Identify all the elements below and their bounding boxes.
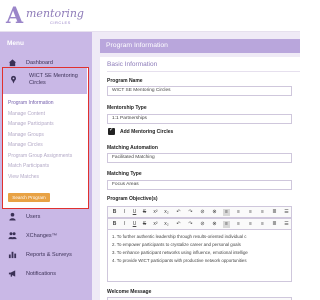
objective-line: 4. To provide WICT participants with pro… — [112, 258, 247, 263]
remove-format-button[interactable]: ⊘ — [199, 221, 206, 228]
sidebar-item-label: WICT SE Mentoring Circles — [29, 73, 78, 86]
mentoring-circles-logo[interactable]: A mentoring CIRCLES — [6, 4, 86, 28]
chart-icon — [8, 251, 17, 259]
align-center-button[interactable]: ≡ — [235, 209, 242, 216]
people-icon — [8, 232, 17, 240]
subscript-button[interactable]: x₂ — [163, 209, 170, 216]
align-right-button[interactable]: ≡ — [247, 221, 254, 228]
main-content: Program Information Basic Information Pr… — [92, 32, 300, 300]
sidebar-item-label: Reports & Surveys — [26, 252, 72, 258]
bullet-list-button[interactable]: ≣ — [271, 209, 278, 216]
undo-button[interactable]: ↶ — [175, 221, 182, 228]
program-name-label: Program Name — [107, 78, 143, 84]
page-title: Program Information — [100, 39, 300, 53]
search-program-button[interactable]: Search Program — [8, 193, 50, 202]
user-icon — [9, 212, 16, 221]
objectives-editor[interactable]: 1. To further authentic leadership throu… — [107, 230, 292, 282]
matching-type-select[interactable]: Focus Areas — [107, 180, 292, 190]
submenu-program-information[interactable]: Program Information — [8, 100, 86, 111]
sidebar-item-users[interactable]: Users — [0, 210, 92, 224]
superscript-button[interactable]: x² — [152, 209, 159, 216]
submenu-view-matches[interactable]: View Matches — [8, 174, 86, 185]
sidebar-item-label: Dashboard — [26, 60, 53, 66]
align-center-button[interactable]: ≡ — [235, 221, 242, 228]
sidebar-item-label: XChanges™ — [26, 233, 58, 239]
pin-icon — [10, 75, 17, 84]
sidebar-item-notifications[interactable]: Notifications — [0, 267, 92, 281]
logo-subtitle: CIRCLES — [50, 20, 71, 25]
bold-button[interactable]: B — [111, 221, 118, 228]
submenu-match-participants[interactable]: Match Participants — [8, 163, 86, 174]
mentorship-type-select[interactable]: 1:1 Partnerships — [107, 114, 292, 124]
submenu-manage-circles[interactable]: Manage Circles — [8, 142, 86, 153]
welcome-message-label: Welcome Message — [107, 289, 152, 295]
home-icon — [8, 59, 17, 67]
redo-button[interactable]: ↷ — [187, 221, 194, 228]
remove-format-button[interactable]: ⊘ — [199, 209, 206, 216]
numbered-list-button[interactable]: ☰ — [283, 221, 290, 228]
superscript-button[interactable]: x² — [152, 221, 159, 228]
submenu-program-group-assignments[interactable]: Program Group Assignments — [8, 153, 86, 164]
numbered-list-button[interactable]: ☰ — [283, 209, 290, 216]
objectives-editor-toolbar: B I U S x² x₂ ↶ ↷ ⊘ ⊗ ≡ ≡ ≡ ≡ ≣ ☰ — [107, 206, 292, 218]
check-icon: ✓ — [109, 127, 115, 133]
align-justify-button[interactable]: ≡ — [259, 221, 266, 228]
sidebar-item-label: Notifications — [26, 271, 56, 277]
section-divider — [107, 71, 300, 72]
objective-line: 1. To further authentic leadership throu… — [112, 234, 247, 239]
undo-button[interactable]: ↶ — [175, 209, 182, 216]
underline-button[interactable]: U — [131, 209, 138, 216]
objectives-editor-toolbar-row2: B I U S x² x₂ ↶ ↷ ⊘ ⊗ ≡ ≡ ≡ ≡ ≣ ☰ — [107, 218, 292, 230]
underline-button[interactable]: U — [131, 221, 138, 228]
align-left-button[interactable]: ≡ — [223, 221, 230, 228]
objective-line: 2. To empower participants to crystalize… — [112, 242, 241, 247]
redo-button[interactable]: ↷ — [187, 209, 194, 216]
objective-line: 3. To enhance participant networks using… — [112, 250, 248, 255]
mentorship-type-label: Mentorship Type — [107, 105, 147, 111]
sidebar-item-wict-se-mentoring-circles[interactable]: WICT SE Mentoring Circles — [3, 68, 87, 94]
program-submenu: Program Information Manage Content Manag… — [8, 100, 86, 184]
sidebar-item-label: Users — [26, 214, 41, 220]
program-objectives-label: Program Objective(s) — [107, 196, 158, 202]
submenu-manage-participants[interactable]: Manage Participants — [8, 121, 86, 132]
top-bar: A mentoring CIRCLES — [0, 0, 300, 32]
matching-automation-select[interactable]: Facilitated Matching — [107, 153, 292, 163]
italic-button[interactable]: I — [121, 209, 128, 216]
align-right-button[interactable]: ≡ — [247, 209, 254, 216]
clear-button[interactable]: ⊗ — [211, 221, 218, 228]
submenu-manage-groups[interactable]: Manage Groups — [8, 132, 86, 143]
bullet-list-button[interactable]: ≣ — [271, 221, 278, 228]
program-name-input[interactable]: WICT SE Mentoring Circles — [107, 86, 292, 96]
italic-button[interactable]: I — [121, 221, 128, 228]
logo-wordmark: mentoring — [26, 7, 84, 20]
align-left-button[interactable]: ≡ — [223, 209, 230, 216]
matching-type-label: Matching Type — [107, 171, 142, 177]
subscript-button[interactable]: x₂ — [163, 221, 170, 228]
clear-button[interactable]: ⊗ — [211, 209, 218, 216]
strikethrough-button[interactable]: S — [141, 209, 148, 216]
strikethrough-button[interactable]: S — [141, 221, 148, 228]
menu-title: Menu — [7, 40, 24, 47]
submenu-manage-content[interactable]: Manage Content — [8, 111, 86, 122]
sidebar-item-reports[interactable]: Reports & Surveys — [0, 248, 92, 262]
logo-mark: A — [6, 3, 24, 29]
align-justify-button[interactable]: ≡ — [259, 209, 266, 216]
section-title: Basic Information — [107, 61, 158, 68]
basic-information-card: Basic Information Program Name WICT SE M… — [100, 57, 300, 300]
add-circles-label: Add Mentoring Circles — [120, 129, 174, 135]
bold-button[interactable]: B — [111, 209, 118, 216]
selected-program-panel: WICT SE Mentoring Circles Program Inform… — [2, 67, 89, 209]
megaphone-icon — [8, 270, 16, 277]
matching-automation-label: Matching Automation — [107, 145, 158, 151]
sidebar-item-xchanges[interactable]: XChanges™ — [0, 229, 92, 243]
